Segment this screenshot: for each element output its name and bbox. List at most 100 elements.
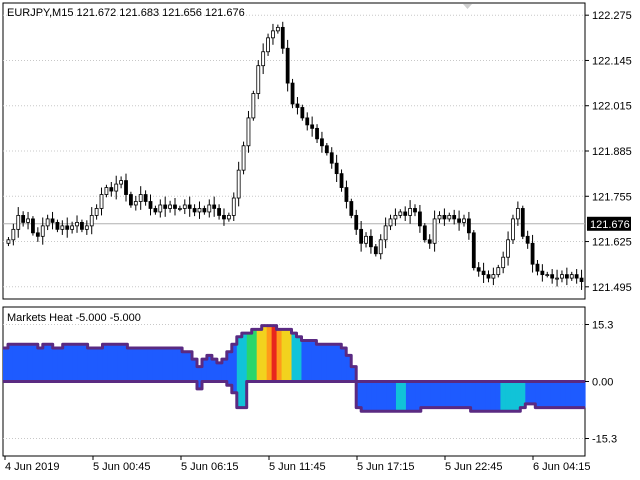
- heat-bar: [405, 381, 412, 412]
- candle-body: [447, 215, 452, 220]
- candle-body: [143, 194, 148, 202]
- heat-bar: [281, 329, 288, 382]
- heat-bar: [286, 329, 293, 382]
- candle-body: [388, 218, 393, 227]
- heat-bar: [331, 344, 337, 382]
- heat-bar: [525, 381, 531, 404]
- candle-body: [442, 215, 447, 220]
- candle-body: [569, 274, 574, 279]
- heat-bar: [376, 381, 382, 412]
- candle-body: [320, 138, 324, 147]
- heat-bar: [246, 333, 253, 382]
- heat-bar: [87, 347, 94, 382]
- heat-bar: [455, 381, 462, 408]
- candle-body: [555, 277, 559, 280]
- current-price-label: 121.676: [590, 219, 630, 231]
- candle-body: [104, 187, 109, 195]
- candle-body: [138, 194, 143, 202]
- price-tick-label: 121.625: [592, 237, 632, 249]
- candle-body: [187, 204, 192, 209]
- heat-bar: [560, 381, 566, 408]
- heat-bar: [256, 329, 263, 382]
- candle-body: [256, 65, 261, 94]
- candle-body: [315, 127, 319, 140]
- heat-bar: [410, 381, 417, 412]
- candle-body: [75, 221, 79, 227]
- candle-body: [339, 173, 344, 188]
- heat-bar: [296, 336, 303, 382]
- candle-body: [457, 218, 461, 223]
- heat-bar: [47, 344, 54, 382]
- time-tick-label: 5 Jun 17:15: [357, 461, 415, 473]
- candle-body: [177, 208, 182, 210]
- heat-bar: [400, 381, 407, 412]
- heat-bar: [92, 347, 99, 382]
- candle-body: [334, 162, 339, 175]
- heat-bar: [12, 344, 19, 382]
- candle-body: [418, 211, 422, 227]
- heat-bar: [530, 381, 536, 404]
- candle-body: [491, 274, 496, 279]
- candle-body: [564, 274, 569, 279]
- heat-bar: [152, 347, 158, 382]
- heat-bar: [460, 381, 467, 408]
- heat-bar: [22, 344, 29, 382]
- time-tick-label: 4 Jun 2019: [5, 461, 59, 473]
- candle-body: [163, 204, 168, 209]
- price-tick-label: 121.885: [592, 146, 632, 158]
- candle-body: [579, 277, 584, 282]
- candle-body: [109, 187, 114, 192]
- candle-body: [251, 93, 256, 119]
- candle-body: [369, 235, 373, 248]
- heat-bar: [271, 325, 278, 382]
- candle-body: [427, 239, 432, 244]
- heat-bar: [311, 340, 317, 382]
- heat-bar: [371, 381, 377, 412]
- heat-bar: [510, 381, 516, 412]
- candle-body: [6, 239, 11, 244]
- candle-body: [432, 218, 437, 244]
- heat-bar: [172, 347, 178, 382]
- candle-body: [70, 225, 75, 230]
- candle-body: [241, 145, 246, 171]
- heat-bar: [505, 381, 511, 412]
- heat-bar: [440, 381, 447, 408]
- candle-body: [60, 225, 65, 230]
- heat-bar: [301, 340, 308, 382]
- time-tick-label: 5 Jun 11:45: [269, 461, 326, 473]
- heat-bar: [550, 381, 556, 408]
- candle-body: [31, 218, 35, 234]
- candle-body: [574, 274, 579, 279]
- candle-body: [231, 197, 236, 216]
- heat-bar: [32, 344, 39, 382]
- heat-bar: [17, 344, 24, 382]
- candle-body: [45, 218, 50, 227]
- candle-body: [373, 246, 378, 255]
- heat-bar: [97, 347, 104, 382]
- candle-body: [50, 218, 55, 223]
- candle-body: [466, 218, 471, 234]
- indicator-tick-label: -15.3: [592, 433, 617, 445]
- heat-bar: [490, 381, 497, 412]
- candle-body: [530, 242, 535, 265]
- candle-body: [246, 117, 251, 147]
- heat-bar: [565, 381, 571, 408]
- heat-bar: [37, 347, 44, 382]
- candle-body: [481, 270, 486, 276]
- candle-body: [266, 37, 270, 53]
- indicator-info-label: Markets Heat -5.000 -5.000: [7, 312, 141, 324]
- candle-body: [168, 204, 172, 209]
- candle-body: [207, 204, 212, 213]
- candle-body: [364, 235, 368, 244]
- candle-body: [89, 215, 94, 227]
- candle-body: [408, 208, 413, 216]
- heat-bar: [580, 381, 586, 408]
- candle-body: [344, 187, 349, 202]
- candle-body: [422, 225, 427, 241]
- price-tick-label: 122.015: [592, 101, 632, 113]
- trading-chart[interactable]: EURJPY,M15 121.672 121.683 121.656 121.6…: [0, 0, 640, 480]
- heat-bar: [291, 333, 298, 382]
- heat-bar: [391, 381, 397, 412]
- candle-body: [261, 51, 266, 67]
- candle-body: [305, 117, 310, 126]
